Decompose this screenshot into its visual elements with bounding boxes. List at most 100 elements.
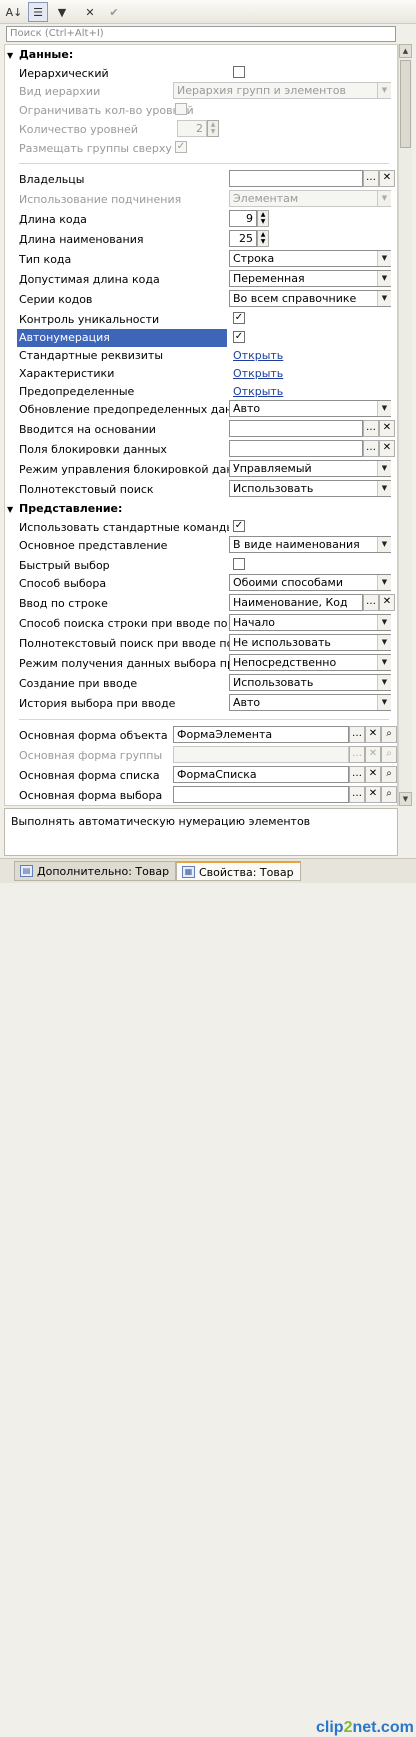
collapse-triangle-icon[interactable]: ▼ bbox=[7, 51, 19, 60]
prop-fulltext[interactable]: Полнотекстовый поиск Использовать ▼ bbox=[5, 479, 397, 499]
ellipsis-button[interactable]: … bbox=[349, 746, 365, 763]
dropdown-arrow-icon[interactable]: ▼ bbox=[377, 695, 391, 710]
lock-mode-select[interactable]: Управляемый bbox=[229, 460, 391, 477]
prop-lock-mode[interactable]: Режим управления блокировкой данных Упра… bbox=[5, 459, 397, 479]
prop-std-commands[interactable]: Использовать стандартные команды ✓ bbox=[5, 517, 397, 537]
prop-search-mode[interactable]: Способ поиска строки при вводе по строке… bbox=[5, 613, 397, 633]
ellipsis-button[interactable]: … bbox=[349, 766, 365, 783]
prop-hierarchy-type[interactable]: Вид иерархии Иерархия групп и элементов … bbox=[5, 81, 397, 101]
dropdown-arrow-icon[interactable]: ▼ bbox=[377, 83, 391, 98]
collapse-triangle-icon[interactable]: ▼ bbox=[7, 505, 19, 514]
groups-on-top-checkbox[interactable]: ✓ bbox=[175, 141, 187, 153]
prop-predefined[interactable]: Предопределенные Открыть bbox=[5, 381, 397, 401]
scroll-down-arrow-icon[interactable]: ▼ bbox=[399, 792, 412, 806]
ellipsis-button[interactable]: … bbox=[363, 594, 379, 611]
prop-subordination[interactable]: Использование подчинения Элементам ▼ bbox=[5, 189, 397, 209]
dropdown-arrow-icon[interactable]: ▼ bbox=[377, 271, 391, 286]
quick-choice-checkbox[interactable] bbox=[233, 558, 245, 570]
choice-form-field[interactable] bbox=[173, 786, 349, 803]
uniqueness-checkbox[interactable]: ✓ bbox=[233, 312, 245, 324]
dropdown-arrow-icon[interactable]: ▼ bbox=[377, 251, 391, 266]
vertical-scrollbar[interactable]: ▲ ▼ bbox=[398, 44, 412, 806]
prop-input-by-string[interactable]: Ввод по строке Наименование, Код … ✕ bbox=[5, 593, 397, 613]
choice-history-select[interactable]: Авто bbox=[229, 694, 391, 711]
ellipsis-button[interactable]: … bbox=[349, 726, 365, 743]
clear-x-icon[interactable]: ✕ bbox=[365, 786, 381, 803]
ellipsis-button[interactable]: … bbox=[363, 440, 379, 457]
clear-x-icon[interactable]: ✕ bbox=[365, 726, 381, 743]
prop-uniqueness[interactable]: Контроль уникальности ✓ bbox=[5, 309, 397, 329]
dropdown-arrow-icon[interactable]: ▼ bbox=[377, 675, 391, 690]
ellipsis-button[interactable]: … bbox=[363, 420, 379, 437]
prop-levels-count[interactable]: Количество уровней 2 ▲ ▼ bbox=[5, 119, 397, 139]
clear-x-icon[interactable]: ✕ bbox=[365, 746, 381, 763]
spin-buttons-icon[interactable]: ▲ ▼ bbox=[257, 210, 269, 227]
open-link[interactable]: Открыть bbox=[233, 367, 283, 380]
subordination-select[interactable]: Элементам bbox=[229, 190, 391, 207]
clear-x-icon[interactable]: ✕ bbox=[379, 420, 395, 437]
prop-groups-on-top[interactable]: Размещать группы сверху ✓ bbox=[5, 138, 397, 158]
dropdown-arrow-icon[interactable]: ▼ bbox=[377, 655, 391, 670]
dropdown-arrow-icon[interactable]: ▼ bbox=[377, 481, 391, 496]
name-length-input[interactable]: 25 bbox=[229, 230, 257, 247]
dropdown-arrow-icon[interactable]: ▼ bbox=[377, 635, 391, 650]
close-icon[interactable]: ✕ bbox=[80, 2, 100, 22]
object-form-field[interactable]: ФормаЭлемента bbox=[173, 726, 349, 743]
prop-quick-choice[interactable]: Быстрый выбор bbox=[5, 555, 397, 575]
prop-name-length[interactable]: Длина наименования 25 ▲ ▼ bbox=[5, 229, 397, 249]
dropdown-arrow-icon[interactable]: ▼ bbox=[377, 291, 391, 306]
open-search-icon[interactable]: ⌕ bbox=[381, 726, 397, 743]
tab-additional[interactable]: ▤ Дополнительно: Товар bbox=[14, 861, 177, 881]
lock-fields-field[interactable] bbox=[229, 440, 363, 457]
prop-predefined-update[interactable]: Обновление предопределенных данных Авто … bbox=[5, 399, 397, 419]
section-data-header[interactable]: ▼ Данные: bbox=[5, 45, 397, 65]
checkmark-icon[interactable]: ✔ bbox=[104, 2, 124, 22]
prop-code-length[interactable]: Длина кода 9 ▲ ▼ bbox=[5, 209, 397, 229]
list-form-field[interactable]: ФормаСписка bbox=[173, 766, 349, 783]
clear-x-icon[interactable]: ✕ bbox=[365, 766, 381, 783]
spin-buttons-icon[interactable]: ▲ ▼ bbox=[207, 120, 219, 137]
categories-icon[interactable]: ☰ bbox=[28, 2, 48, 22]
data-mode-select[interactable]: Непосредственно bbox=[229, 654, 391, 671]
ellipsis-button[interactable]: … bbox=[349, 786, 365, 803]
tab-properties[interactable]: ▦ Свойства: Товар bbox=[176, 861, 301, 881]
group-form-field[interactable] bbox=[173, 746, 349, 763]
limit-levels-checkbox[interactable] bbox=[175, 103, 187, 115]
create-on-input-select[interactable]: Использовать bbox=[229, 674, 391, 691]
based-on-field[interactable] bbox=[229, 420, 363, 437]
open-search-icon[interactable]: ⌕ bbox=[381, 746, 397, 763]
fulltext-select[interactable]: Использовать bbox=[229, 480, 391, 497]
section-presentation-header[interactable]: ▼ Представление: bbox=[5, 499, 397, 519]
search-mode-select[interactable]: Начало bbox=[229, 614, 391, 631]
prop-group-form[interactable]: Основная форма группы … ✕ ⌕ bbox=[5, 745, 397, 765]
search-input[interactable]: Поиск (Ctrl+Alt+I) bbox=[6, 26, 396, 42]
input-by-string-field[interactable]: Наименование, Код bbox=[229, 594, 363, 611]
dropdown-arrow-icon[interactable]: ▼ bbox=[377, 537, 391, 552]
open-search-icon[interactable]: ⌕ bbox=[381, 766, 397, 783]
prop-hierarchical[interactable]: Иерархический bbox=[5, 63, 397, 83]
dropdown-arrow-icon[interactable]: ▼ bbox=[377, 615, 391, 630]
main-presentation-select[interactable]: В виде наименования bbox=[229, 536, 391, 553]
prop-choice-history[interactable]: История выбора при вводе Авто ▼ bbox=[5, 693, 397, 713]
code-series-select[interactable]: Во всем справочнике bbox=[229, 290, 391, 307]
prop-choice-form[interactable]: Основная форма выбора … ✕ ⌕ bbox=[5, 785, 397, 805]
prop-allowed-length[interactable]: Допустимая длина кода Переменная ▼ bbox=[5, 269, 397, 289]
prop-choice-mode[interactable]: Способ выбора Обоими способами ▼ bbox=[5, 573, 397, 593]
autonumbering-checkbox[interactable]: ✓ bbox=[233, 331, 245, 343]
prop-object-form[interactable]: Основная форма объекта ФормаЭлемента … ✕… bbox=[5, 725, 397, 745]
prop-limit-levels[interactable]: Ограничивать кол-во уровней bbox=[5, 100, 397, 120]
prop-main-presentation[interactable]: Основное представление В виде наименован… bbox=[5, 535, 397, 555]
hierarchy-type-select[interactable]: Иерархия групп и элементов bbox=[173, 82, 391, 99]
prop-create-on-input[interactable]: Создание при вводе Использовать ▼ bbox=[5, 673, 397, 693]
dropdown-arrow-icon[interactable]: ▼ bbox=[377, 575, 391, 590]
clear-x-icon[interactable]: ✕ bbox=[379, 594, 395, 611]
levels-count-input[interactable]: 2 bbox=[177, 120, 207, 137]
clear-x-icon[interactable]: ✕ bbox=[379, 440, 395, 457]
ellipsis-button[interactable]: … bbox=[363, 170, 379, 187]
prop-lock-fields[interactable]: Поля блокировки данных … ✕ bbox=[5, 439, 397, 459]
scroll-thumb[interactable] bbox=[400, 60, 411, 148]
dropdown-arrow-icon[interactable]: ▼ bbox=[377, 191, 391, 206]
sort-az-icon[interactable]: A↓ bbox=[4, 2, 24, 22]
prop-list-form[interactable]: Основная форма списка ФормаСписка … ✕ ⌕ bbox=[5, 765, 397, 785]
open-search-icon[interactable]: ⌕ bbox=[381, 786, 397, 803]
